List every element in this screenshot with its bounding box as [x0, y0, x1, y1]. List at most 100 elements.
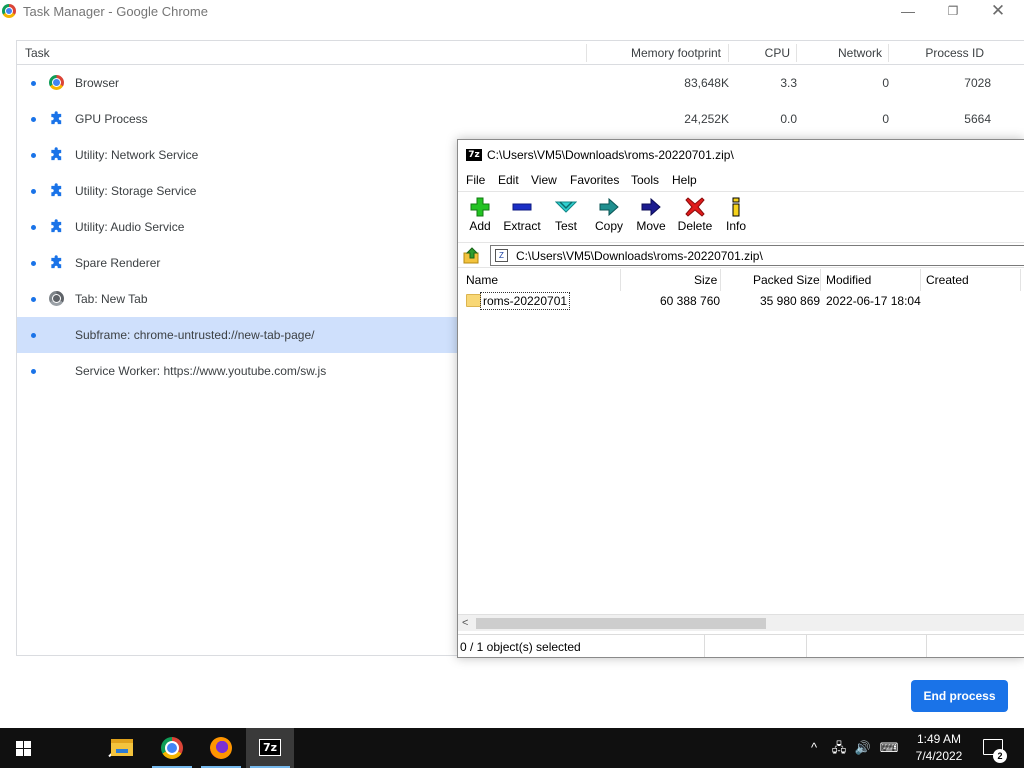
test-label: Test: [554, 219, 577, 233]
cpu-value: 3.3: [780, 76, 797, 90]
copy-button[interactable]: Copy: [592, 192, 626, 240]
column-packed-size[interactable]: Packed Size: [753, 273, 820, 287]
menu-favorites[interactable]: Favorites: [570, 173, 619, 187]
folder-up-icon[interactable]: [463, 247, 481, 265]
task-name: Subframe: chrome-untrusted://new-tab-pag…: [75, 328, 315, 342]
column-separator: [820, 269, 821, 291]
task-row-browser[interactable]: Browser 83,648K 3.3 0 7028: [17, 65, 1024, 101]
horizontal-scrollbar[interactable]: <: [458, 614, 1024, 631]
memory-value: 83,648K: [684, 76, 729, 90]
scroll-thumb[interactable]: [476, 618, 766, 629]
column-separator: [728, 44, 729, 62]
file-list: Name Size Packed Size Modified Created r…: [458, 269, 1024, 614]
sevenzip-toolbar: Add Extract Test Copy Move Delete Info: [458, 191, 1024, 241]
info-button[interactable]: Info: [722, 192, 750, 240]
chevron-up-icon[interactable]: ^: [804, 728, 824, 768]
column-size[interactable]: Size: [694, 273, 717, 287]
keyboard-icon[interactable]: ⌨: [876, 728, 902, 768]
sevenzip-titlebar[interactable]: 7z C:\Users\VM5\Downloads\roms-20220701.…: [458, 140, 1024, 170]
move-arrow-icon: [641, 197, 661, 217]
column-network[interactable]: Network: [838, 46, 882, 60]
add-plus-icon: [470, 197, 490, 217]
file-modified: 2022-06-17 18:04: [826, 294, 921, 308]
extract-label: Extract: [503, 219, 541, 233]
column-cpu[interactable]: CPU: [765, 46, 790, 60]
task-name: Tab: New Tab: [75, 292, 148, 306]
add-button[interactable]: Add: [464, 192, 496, 240]
column-memory[interactable]: Memory footprint: [631, 46, 721, 60]
menu-edit[interactable]: Edit: [498, 173, 519, 187]
move-button[interactable]: Move: [634, 192, 668, 240]
column-separator: [888, 44, 889, 62]
taskbar: 7z ^ 🖧 🔊 ⌨ 1:49 AM 7/4/2022 2: [0, 728, 1024, 768]
file-row[interactable]: roms-20220701 60 388 760 35 980 869 2022…: [458, 292, 1024, 310]
status-separator: [926, 635, 927, 657]
column-separator: [920, 269, 921, 291]
clock[interactable]: 1:49 AM 7/4/2022: [904, 731, 974, 765]
path-field[interactable]: Z C:\Users\VM5\Downloads\roms-20220701.z…: [490, 245, 1024, 266]
info-icon: [732, 197, 740, 217]
file-name[interactable]: roms-20220701: [480, 292, 571, 310]
status-separator: [704, 635, 705, 657]
move-label: Move: [636, 219, 666, 233]
window-title: Task Manager - Google Chrome: [23, 4, 208, 19]
menu-file[interactable]: File: [466, 173, 485, 187]
test-button[interactable]: Test: [550, 192, 582, 240]
sevenzip-taskbar-button[interactable]: 7z: [246, 728, 294, 768]
column-task[interactable]: Task: [25, 46, 50, 60]
network-icon[interactable]: 🖧: [828, 728, 850, 768]
row-dot: [31, 333, 36, 338]
end-process-button[interactable]: End process: [911, 680, 1008, 712]
row-dot: [31, 189, 36, 194]
menu-help[interactable]: Help: [672, 173, 697, 187]
column-name[interactable]: Name: [466, 273, 498, 287]
puzzle-icon: [51, 111, 62, 125]
column-separator: [620, 269, 621, 291]
task-manager-titlebar: Task Manager - Google Chrome — ❐ ✕: [0, 0, 1024, 24]
menu-tools[interactable]: Tools: [631, 173, 659, 187]
process-id-value: 7028: [964, 76, 991, 90]
firefox-taskbar-button[interactable]: [197, 728, 245, 768]
column-modified[interactable]: Modified: [826, 273, 871, 287]
column-created[interactable]: Created: [926, 273, 969, 287]
test-check-icon: [555, 201, 577, 213]
column-process-id[interactable]: Process ID: [925, 46, 984, 60]
minimize-button[interactable]: —: [885, 0, 931, 24]
puzzle-icon: [51, 147, 62, 161]
start-button[interactable]: [0, 728, 48, 768]
delete-button[interactable]: Delete: [676, 192, 714, 240]
puzzle-icon: [51, 183, 62, 197]
sevenzip-icon: 7z: [259, 739, 281, 756]
row-dot: [31, 153, 36, 158]
extract-minus-icon: [512, 203, 532, 211]
info-label: Info: [725, 219, 746, 233]
copy-arrow-icon: [599, 197, 619, 217]
extract-button[interactable]: Extract: [502, 192, 542, 240]
path-value: C:\Users\VM5\Downloads\roms-20220701.zip…: [516, 249, 763, 263]
maximize-button[interactable]: ❐: [930, 0, 976, 24]
volume-icon[interactable]: 🔊: [852, 728, 874, 768]
add-label: Add: [469, 219, 491, 233]
delete-label: Delete: [677, 219, 713, 233]
puzzle-icon: [51, 255, 62, 269]
chrome-gray-icon: [49, 291, 64, 306]
task-name: Utility: Network Service: [75, 148, 199, 162]
sevenzip-logo-icon: 7z: [466, 149, 482, 161]
row-dot: [31, 117, 36, 122]
column-separator: [720, 269, 721, 291]
task-name: Service Worker: https://www.youtube.com/…: [75, 364, 327, 378]
task-name: Spare Renderer: [75, 256, 161, 270]
file-size: 60 388 760: [660, 294, 721, 308]
menu-view[interactable]: View: [531, 173, 557, 187]
task-row-gpu-process[interactable]: GPU Process 24,252K 0.0 0 5664: [17, 101, 1024, 137]
search-button[interactable]: [48, 728, 126, 768]
task-row-subframe[interactable]: Subframe: chrome-untrusted://new-tab-pag…: [17, 317, 459, 353]
windows-start-icon: [16, 741, 32, 757]
file-explorer-button[interactable]: [98, 728, 146, 768]
row-dot: [31, 261, 36, 266]
close-button[interactable]: ✕: [975, 0, 1021, 24]
memory-value: 24,252K: [684, 112, 729, 126]
scroll-left-button[interactable]: <: [462, 615, 474, 631]
chrome-icon: [49, 75, 64, 90]
chrome-taskbar-button[interactable]: [148, 728, 196, 768]
